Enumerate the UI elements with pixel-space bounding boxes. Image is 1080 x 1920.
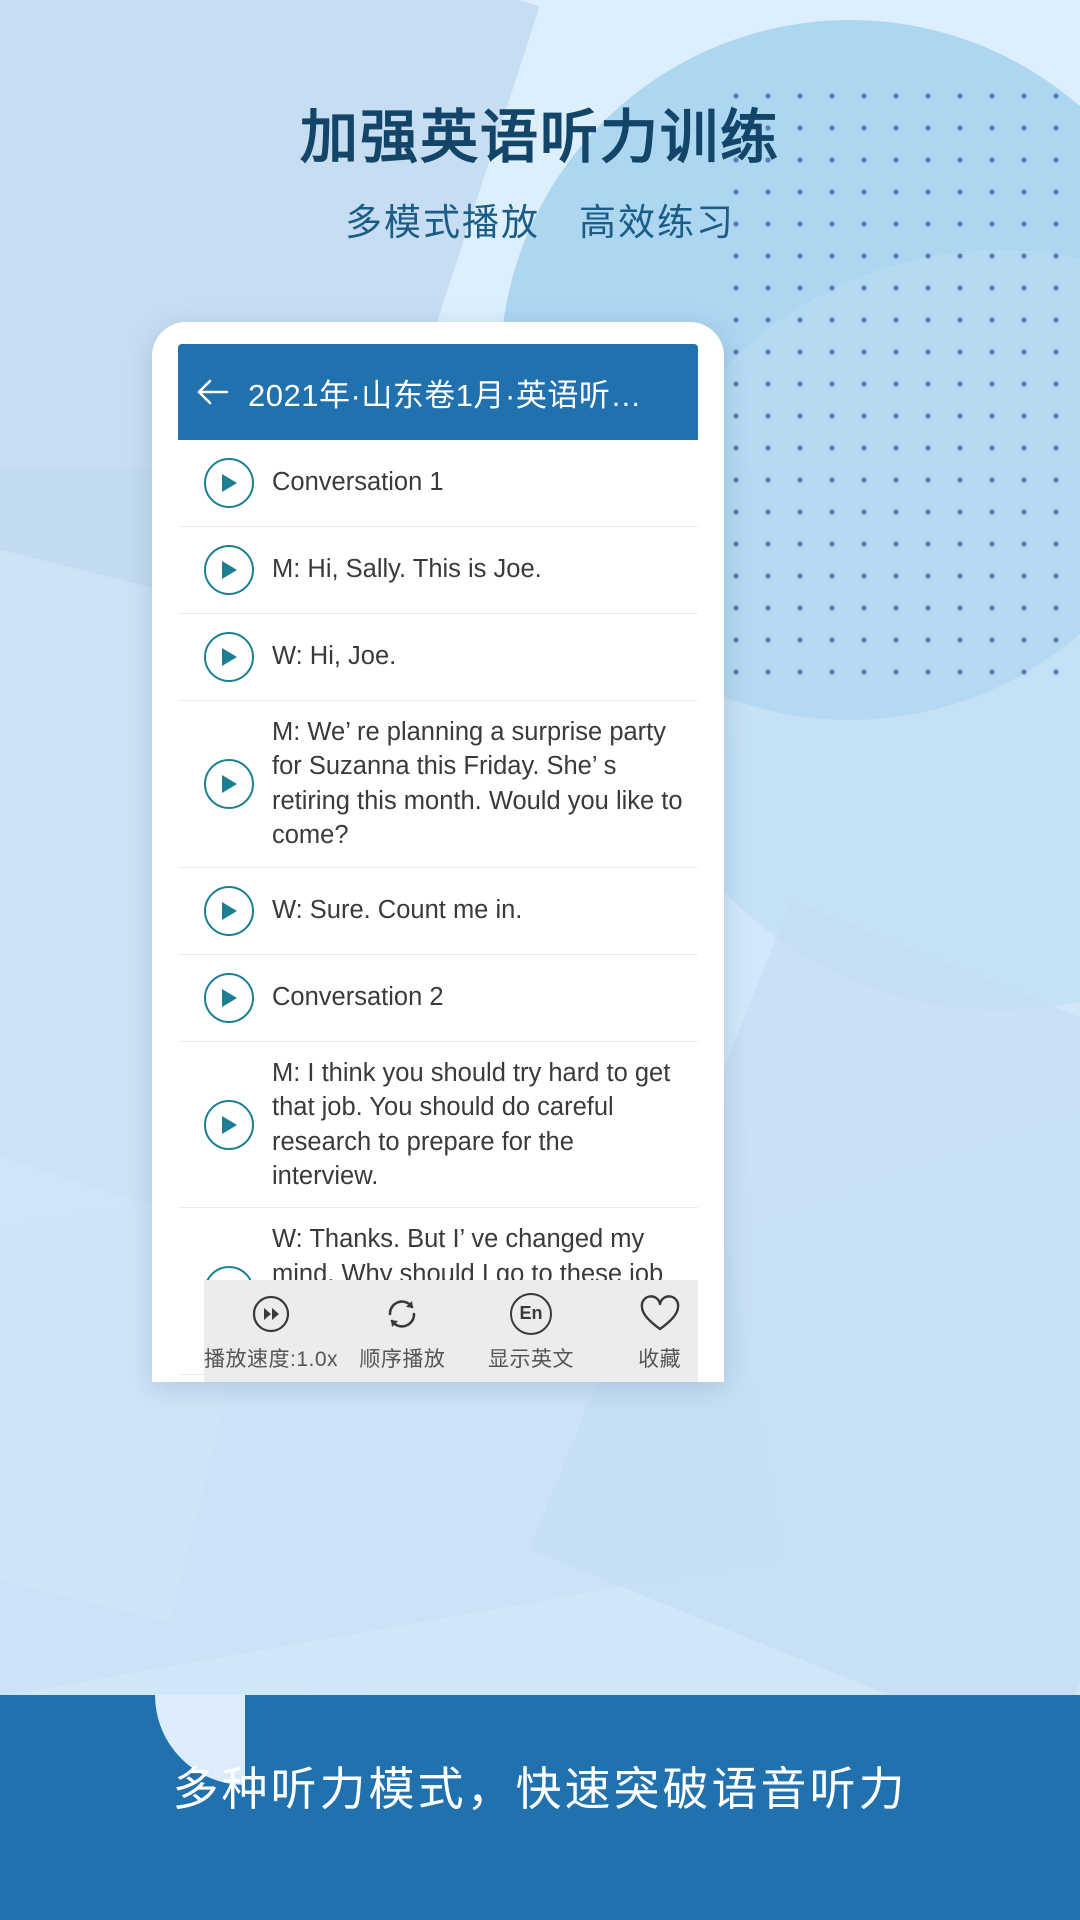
fast-forward-circle-icon: [249, 1292, 293, 1336]
transcript-row-text: M: I think you should try hard to get th…: [272, 1058, 671, 1190]
transcript-row[interactable]: W: Sure. Count me in.: [178, 868, 698, 955]
app-title: 2021年·山东卷1月·英语听…: [248, 377, 642, 413]
arrow-left-icon[interactable]: [178, 377, 248, 407]
transcript-row-text: Conversation 1: [272, 468, 444, 497]
transcript-row-text: M: Hi, Sally. This is Joe.: [272, 555, 542, 584]
promo-subheadline: 多模式播放 高效练习: [345, 201, 735, 243]
transcript-row-text: Conversation 2: [272, 982, 444, 1011]
transcript-row[interactable]: M: We’ re planning a surprise party for …: [178, 701, 698, 868]
play-circle-icon[interactable]: [204, 758, 254, 809]
bottom-banner: 多种听力模式，快速突破语音听力: [0, 1695, 1080, 1920]
toolbar-button-label: 顺序播放: [359, 1347, 446, 1371]
transcript-row[interactable]: M: Hi, Sally. This is Joe.: [178, 527, 698, 614]
english-en-circle-icon: En: [509, 1292, 553, 1336]
promo-headline: 加强英语听力训练: [299, 105, 780, 170]
play-circle-icon[interactable]: [204, 632, 254, 682]
play-circle-icon[interactable]: [204, 972, 254, 1023]
transcript-row[interactable]: W: Hi, Joe.: [178, 614, 698, 701]
english-en-circle-icon: En: [510, 1292, 553, 1335]
transcript-row[interactable]: Conversation 2: [178, 955, 698, 1042]
toolbar-button-label: 显示英文: [488, 1347, 575, 1371]
transcript-row[interactable]: M: I think you should try hard to get th…: [178, 1042, 698, 1209]
loop-repeat-icon: [380, 1292, 424, 1336]
toolbar-button-loop-repeat[interactable]: 顺序播放: [338, 1292, 467, 1373]
transcript-row-text: W: Hi, Joe.: [272, 642, 397, 671]
transcript-list: Conversation 1 M: Hi, Sally. This is Joe.…: [178, 440, 698, 1382]
transcript-row[interactable]: Conversation 1: [178, 440, 698, 527]
player-toolbar: 播放速度:1.0x 顺序播放 En 显示英文 收藏: [204, 1280, 698, 1382]
heart-outline-icon: [638, 1292, 682, 1336]
play-circle-icon[interactable]: [204, 458, 254, 508]
bottom-banner-text: 多种听力模式，快速突破语音听力: [172, 1763, 908, 1815]
play-circle-icon[interactable]: [204, 885, 254, 936]
toolbar-button-english-en-circle[interactable]: En 显示英文: [467, 1292, 596, 1373]
transcript-row-text: M: We’ re planning a surprise party for …: [272, 718, 683, 850]
toolbar-button-fast-forward-circle[interactable]: 播放速度:1.0x: [204, 1292, 338, 1373]
phone-screen: 2021年·山东卷1月·英语听… Conversation 1 M: Hi, Sa…: [178, 344, 698, 1382]
transcript-row-text: W: Sure. Count me in.: [272, 895, 523, 924]
toolbar-button-label: 收藏: [638, 1347, 682, 1371]
play-circle-icon[interactable]: [204, 545, 254, 595]
app-header: 2021年·山东卷1月·英语听…: [178, 344, 698, 440]
toolbar-button-heart-outline[interactable]: 收藏: [595, 1292, 698, 1373]
toolbar-button-label: 播放速度:1.0x: [204, 1347, 339, 1371]
promo-text-block: 加强英语听力训练 多模式播放 高效练习: [0, 106, 1080, 246]
play-circle-icon[interactable]: [204, 1099, 254, 1150]
phone-mockup: 2021年·山东卷1月·英语听… Conversation 1 M: Hi, Sa…: [152, 322, 724, 1382]
